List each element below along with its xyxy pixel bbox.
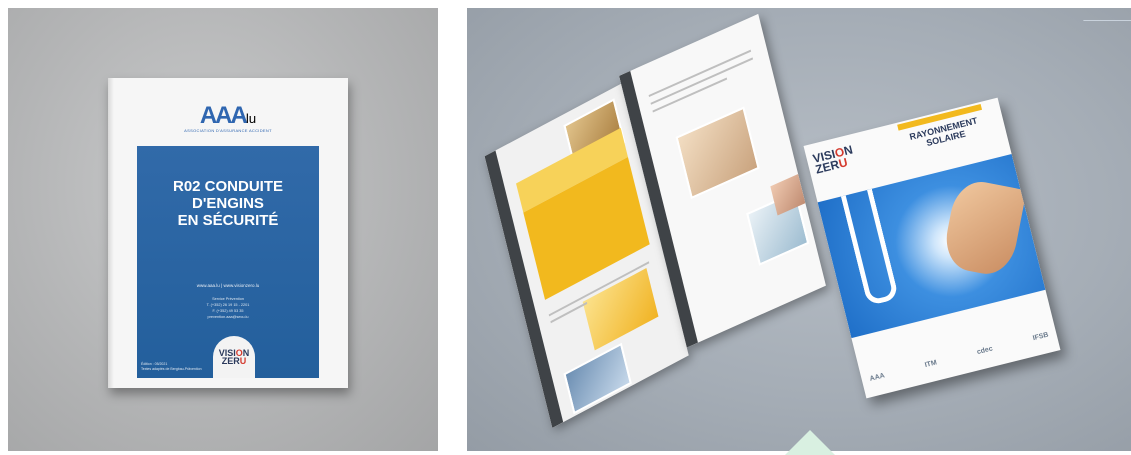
text-line — [650, 57, 754, 105]
sun-diagram — [582, 268, 659, 351]
left-photo-panel: AAAlu ASSOCIATION D'ASSURANCE ACCIDENT R… — [8, 8, 438, 451]
cover-title-line: EN SÉCURITÉ — [177, 212, 279, 229]
text-line — [652, 77, 728, 113]
cover-footer: Édition : 05/2021 Textes adaptés de Berg… — [141, 362, 202, 372]
aaa-logo: AAAlu ASSOCIATION D'ASSURANCE ACCIDENT — [108, 102, 348, 133]
cover-title-line: D'ENGINS — [192, 195, 264, 212]
cover-title-line: R02 CONDUITE — [172, 178, 284, 195]
vision-zero-badge: VISION ZERU — [213, 336, 255, 378]
logo-subtitle: ASSOCIATION D'ASSURANCE ACCIDENT — [184, 128, 272, 133]
footer-line: Textes adaptés de Bergbau-Prävention — [141, 367, 202, 371]
logo-suffix: lu — [245, 111, 257, 126]
contact-line: prevention.aaa@secu.lu — [207, 315, 249, 319]
right-photo-panel: VISION ZERU RAYONNEMENT SOLAIRE AAA ITM … — [467, 8, 1131, 451]
partner-logo: AAA — [869, 372, 886, 383]
partner-logo: cdec — [976, 345, 994, 357]
partner-logo: IFSB — [1032, 331, 1050, 343]
cover-title: R02 CONDUITE D'ENGINS EN SÉCURITÉ — [137, 178, 319, 229]
logo-text: AAA — [199, 102, 248, 129]
cover-contact: Service Prévention T. (+352) 26 19 15 - … — [137, 296, 319, 320]
vision-zero-logo: VISION ZERU — [811, 142, 855, 177]
brochure-cover: AAAlu ASSOCIATION D'ASSURANCE ACCIDENT R… — [108, 78, 348, 388]
cover-blue-block: R02 CONDUITE D'ENGINS EN SÉCURITÉ www.aa… — [137, 146, 319, 378]
lab-photo — [563, 342, 632, 415]
cover-website: www.aaa.lu | www.visionzero.lu — [196, 283, 260, 288]
decorative-triangle — [785, 430, 835, 455]
diagram-illustration — [675, 106, 760, 200]
open-brochure — [470, 13, 843, 429]
partner-logos: AAA ITM cdec IFSB — [869, 332, 1049, 383]
partner-logo: ITM — [924, 359, 938, 370]
